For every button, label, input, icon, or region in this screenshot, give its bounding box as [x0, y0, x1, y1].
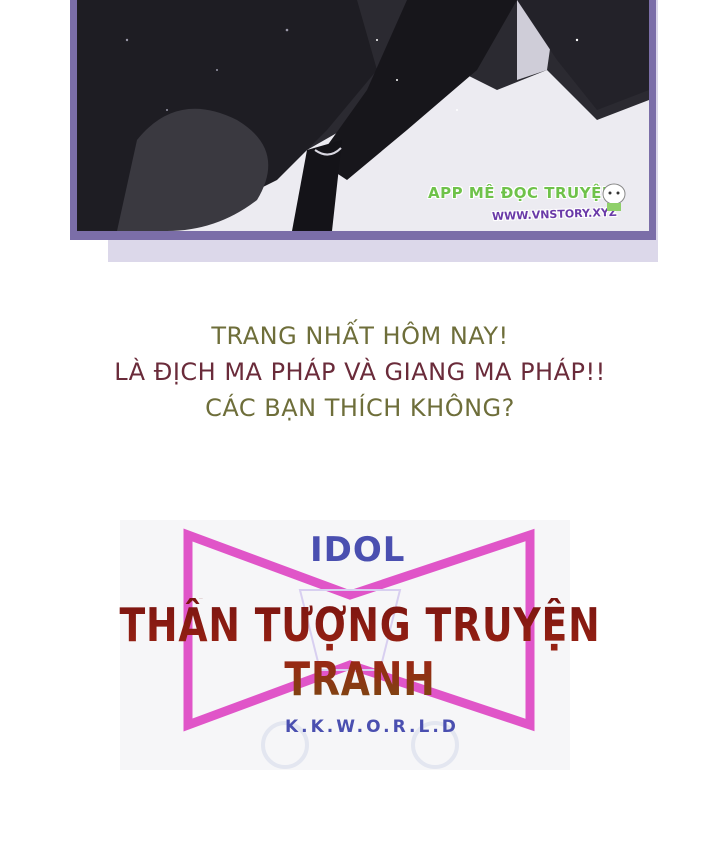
logo-main-title: THẦN TƯỢNG TRUYỆN TRANH — [65, 598, 655, 706]
logo-kkworld-text: K.K.W.O.R.L.D — [285, 717, 459, 737]
announcement-line-1: TRANG NHẤT HÔM NAY! — [211, 322, 509, 350]
watermark: APP MÊ ĐỌC TRUYỆN WWW.VNSTORY.XYZ — [428, 180, 658, 232]
logo-idol-text: IDOL — [310, 530, 406, 570]
watermark-url: WWW.VNSTORY.XYZ — [491, 205, 617, 224]
mascot-icon — [602, 183, 626, 211]
announcement-line-3: CÁC BẠN THÍCH KHÔNG? — [205, 394, 515, 422]
announcement-line-2: LÀ ĐỊCH MA PHÁP VÀ GIANG MA PHÁP!! — [114, 358, 606, 386]
watermark-title: APP MÊ ĐỌC TRUYỆN — [428, 184, 615, 202]
announcement: TRANG NHẤT HÔM NAY! LÀ ĐỊCH MA PHÁP VÀ G… — [0, 318, 720, 426]
